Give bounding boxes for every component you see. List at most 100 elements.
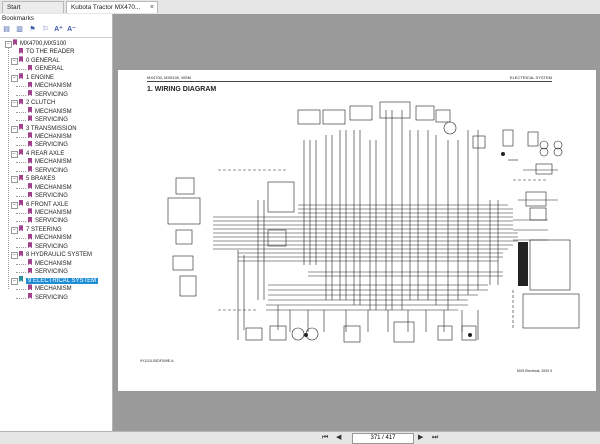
tab-document[interactable]: Kubota Tractor MX470... × [66,1,158,13]
bookmark-label: SERVICING [35,117,68,124]
collapse-toggle-icon[interactable]: − [11,252,18,260]
bookmark-icon [28,284,32,291]
bookmark-icon [19,123,23,130]
bookmarks-toolbar: ▤ ▥ ⚑ ⚐ A⁺ A⁻ [2,25,76,35]
bookmark-label: 7 STEERING [26,226,62,233]
tree-connector [16,162,26,164]
collapse-toggle-icon[interactable]: − [11,277,18,285]
tab-start-label: Start [7,4,21,11]
bookmark-chapter[interactable]: 6 FRONT AXLE [19,199,69,209]
bookmark-chapter[interactable]: TO THE READER [19,47,74,56]
collapse-toggle-icon[interactable]: − [11,74,18,82]
navigation-bar: ⏮ ◀ ▶ ⏭ [0,431,600,444]
bookmark-item[interactable]: MECHANISM [28,259,72,268]
collapse-toggle-icon[interactable]: − [11,226,18,234]
bookmark-label: 1 ENGINE [26,74,55,81]
bookmark-chapter[interactable]: 4 REAR AXLE [19,149,65,158]
last-page-icon[interactable]: ⏭ [432,433,438,443]
bookmark-label: 8 HYDRAULIC SYSTEM [26,252,93,259]
bookmark-item[interactable]: SERVICING [28,166,68,175]
bookmark-icon [28,90,32,97]
bookmark-label: MECHANISM [35,286,72,293]
bookmark-label: MECHANISM [35,108,72,115]
tab-start[interactable]: Start [2,1,64,13]
bookmark-item[interactable]: MECHANISM [28,81,72,90]
tree-connector [8,47,9,290]
bookmark-label: 4 REAR AXLE [26,150,65,157]
bookmark-icon [28,132,32,139]
tree-connector [16,170,26,172]
bookmark-chapter[interactable]: 2 CLUTCH [19,98,56,107]
bookmark-item[interactable]: SERVICING [28,115,68,124]
bookmark-icon [28,208,32,215]
bookmark-item[interactable]: MECHANISM [28,157,72,166]
bookmark-chapter[interactable]: 1 ENGINE [19,73,55,82]
page-number-input[interactable] [352,433,414,444]
tree-connector [16,297,26,299]
text-smaller-icon[interactable]: A⁻ [67,25,76,35]
bookmark-chapter[interactable]: 3 TRANSMISSION [19,123,77,133]
bookmark-item[interactable]: SERVICING [28,140,68,149]
bookmark-item[interactable]: SERVICING [28,216,68,225]
text-larger-icon[interactable]: A⁺ [54,25,63,35]
collapse-all-icon[interactable]: ▥ [15,25,24,35]
bookmark-label: 2 CLUTCH [26,100,56,107]
tree-connector [16,136,26,138]
expand-all-icon[interactable]: ▤ [2,25,11,35]
collapse-toggle-icon[interactable]: − [11,150,18,158]
bookmark-chapter[interactable]: 9 ELECTRICAL SYSTEM [19,276,99,285]
bookmark-icon [28,191,32,198]
bookmark-icon [19,225,23,232]
bookmarks-panel: Bookmarks ▤ ▥ ⚑ ⚐ A⁺ A⁻ MX4700,MX5100 − TO… [0,14,113,431]
tree-connector [16,69,26,71]
collapse-toggle-icon[interactable]: − [11,201,18,209]
bookmark-root[interactable]: MX4700,MX5100 [13,39,66,48]
bookmark-label: SERVICING [35,269,68,276]
bookmark-item[interactable]: MECHANISM [28,284,72,293]
bookmark-label: 0 GENERAL [26,57,60,64]
bookmark-icon[interactable]: ⚑ [28,25,37,35]
next-page-icon[interactable]: ▶ [418,433,423,443]
bookmark-item[interactable]: SERVICING [28,267,68,276]
bookmark-item[interactable]: MECHANISM [28,233,72,242]
collapse-toggle-icon[interactable]: − [11,100,18,108]
close-icon[interactable]: × [150,2,154,14]
tree-connector [16,196,26,198]
collapse-toggle-icon[interactable]: − [11,125,18,133]
bookmark-icon [28,107,32,114]
bookmark-item[interactable]: MECHANISM [28,107,72,116]
bookmark-label: SERVICING [35,294,68,301]
tab-document-label: Kubota Tractor MX470... [71,4,141,11]
tree-connector [16,187,26,189]
bookmark-chapter[interactable]: 0 GENERAL [19,56,60,65]
bookmark-chapter[interactable]: 8 HYDRAULIC SYSTEM [19,250,93,259]
collapse-toggle-icon[interactable]: − [11,57,18,65]
collapse-toggle-icon[interactable]: − [11,176,18,184]
bookmark-item[interactable]: MECHANISM [28,132,72,141]
bookmark-add-icon[interactable]: ⚐ [41,25,50,35]
first-page-icon[interactable]: ⏮ [322,433,328,443]
bookmark-item[interactable]: SERVICING [28,242,68,251]
bookmark-chapter[interactable]: 5 BRAKES [19,174,55,183]
bookmark-label: 6 FRONT AXLE [26,201,69,208]
bookmark-item[interactable]: MECHANISM [28,208,72,217]
previous-page-icon[interactable]: ◀ [336,433,341,443]
bookmark-item[interactable]: SERVICING [28,90,68,99]
tree-connector [16,120,26,122]
bookmark-item[interactable]: MECHANISM [28,183,72,192]
bookmark-label: SERVICING [35,167,68,174]
tree-connector [16,238,26,240]
bookmarks-title: Bookmarks [2,15,34,22]
bookmark-icon [19,73,23,80]
bookmark-icon [19,276,23,283]
bookmark-icon [28,140,32,147]
bookmark-item[interactable]: GENERAL [28,64,64,73]
bookmark-item[interactable]: SERVICING [28,191,68,200]
bookmark-icon [19,47,23,54]
bookmark-icon [28,259,32,266]
bookmark-icon [28,242,32,249]
document-viewer[interactable]: MX4700, MX5100, WSM ELECTRICAL SYSTEM 1.… [113,14,600,431]
bookmark-icon [28,157,32,164]
bookmark-chapter[interactable]: 7 STEERING [19,225,62,234]
bookmark-item[interactable]: SERVICING [28,292,68,302]
